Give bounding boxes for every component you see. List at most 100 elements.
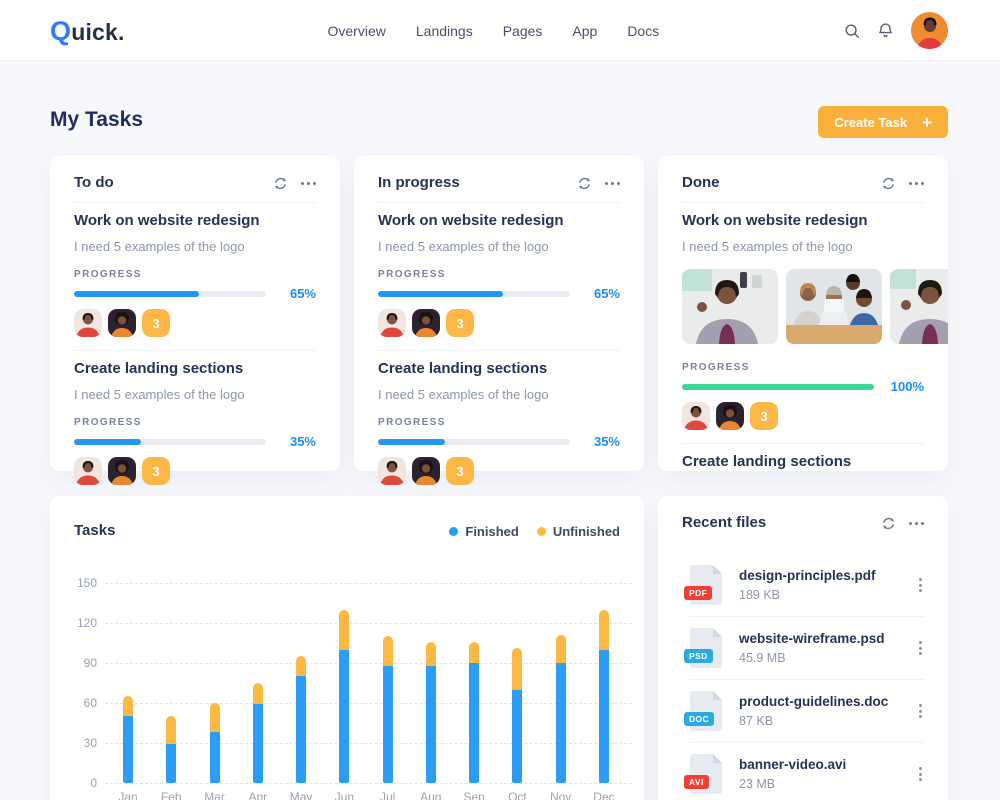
x-axis-label: Nov: [550, 790, 572, 800]
nav-item-pages[interactable]: Pages: [503, 23, 543, 39]
x-axis-label: May: [289, 790, 313, 800]
create-task-button[interactable]: Create Task +: [818, 106, 948, 138]
column-header: In progress: [354, 156, 644, 202]
nav-item-overview[interactable]: Overview: [328, 23, 386, 39]
progress-fill: [74, 290, 199, 297]
kebab-menu-icon[interactable]: [915, 637, 926, 659]
bar-finished-aug: [425, 665, 436, 783]
progress-row: 65%: [378, 287, 620, 300]
file-meta: design-principles.pdf 189 KB: [739, 568, 915, 602]
progress-track: [682, 383, 874, 390]
file-meta: website-wireframe.psd 45.9 MB: [739, 631, 915, 665]
avatar: [412, 309, 440, 337]
bar-unfinished-nov: [555, 635, 566, 663]
bar-chart-plot: 0 30 60 90 120 150 Jan Feb Mar Apr May Jun Jul Aug Sep…: [50, 496, 644, 800]
progress-row: 35%: [378, 435, 620, 448]
y-axis-tick: 90: [83, 656, 97, 670]
bar-finished-nov: [555, 663, 566, 783]
search-icon[interactable]: [844, 23, 860, 39]
bar-unfinished-mar: [209, 703, 220, 733]
bar-unfinished-sep: [469, 641, 480, 663]
progress-track: [378, 438, 570, 445]
task-card[interactable]: Create landing sections: [658, 444, 948, 471]
sync-icon[interactable]: [881, 176, 896, 191]
file-type-badge: PDF: [684, 585, 713, 600]
x-axis-label: Dec: [593, 790, 615, 800]
assignee-avatars: 3: [74, 457, 316, 485]
extra-assignees-badge[interactable]: 3: [142, 457, 170, 485]
bar-finished-oct: [512, 689, 523, 783]
progress-percent: 65%: [593, 286, 620, 301]
sync-icon[interactable]: [577, 176, 592, 191]
task-card[interactable]: Work on website redesign I need 5 exampl…: [50, 203, 340, 337]
gridline: [105, 783, 632, 784]
extra-assignees-badge[interactable]: 3: [446, 457, 474, 485]
extra-assignees-badge[interactable]: 3: [446, 309, 474, 337]
sync-icon[interactable]: [881, 516, 896, 531]
file-row-pdf[interactable]: PDF design-principles.pdf 189 KB: [658, 554, 948, 616]
avatar: [74, 457, 102, 485]
more-menu-icon[interactable]: [909, 518, 924, 529]
bar-finished-may: [296, 676, 307, 783]
brand-logo-rest: uick.: [71, 19, 125, 45]
user-avatar[interactable]: [911, 12, 948, 49]
avatar: [108, 309, 136, 337]
kebab-menu-icon[interactable]: [915, 574, 926, 596]
more-menu-icon[interactable]: [909, 178, 924, 189]
bar-finished-jul: [382, 665, 393, 783]
file-size: 45.9 MB: [739, 651, 786, 665]
extra-assignees-badge[interactable]: 3: [750, 402, 778, 430]
extra-assignees-badge[interactable]: 3: [142, 309, 170, 337]
main-nav: Overview Landings Pages App Docs: [328, 0, 660, 61]
bar-finished-mar: [209, 732, 220, 783]
avatar: [378, 457, 406, 485]
assignee-avatars: 3: [682, 402, 924, 430]
bar-finished-dec: [598, 649, 609, 783]
nav-item-landings[interactable]: Landings: [416, 23, 473, 39]
file-row-avi[interactable]: AVI banner-video.avi 23 MB: [658, 743, 948, 800]
task-card[interactable]: Work on website redesign I need 5 exampl…: [354, 203, 644, 337]
bar-finished-jun: [339, 649, 350, 783]
file-row-psd[interactable]: PSD website-wireframe.psd 45.9 MB: [658, 617, 948, 679]
more-menu-icon[interactable]: [605, 178, 620, 189]
progress-percent: 100%: [890, 379, 924, 394]
kebab-menu-icon[interactable]: [915, 700, 926, 722]
file-name: design-principles.pdf: [739, 568, 876, 583]
file-icon-doc: DOC: [684, 691, 722, 731]
file-row-doc[interactable]: DOC product-guidelines.doc 87 KB: [658, 680, 948, 742]
tasks-chart-card: Tasks Finished Unfinished 0 30 60 90 120 150 J…: [50, 496, 644, 800]
task-card[interactable]: Create landing sections I need 5 example…: [354, 351, 644, 485]
bar-unfinished-may: [296, 656, 307, 677]
file-size: 87 KB: [739, 714, 774, 728]
file-icon-avi: AVI: [684, 754, 722, 794]
assignee-avatars: 3: [74, 309, 316, 337]
task-card[interactable]: Work on website redesign I need 5 exampl…: [658, 203, 948, 430]
task-description: I need 5 examples of the logo: [378, 387, 549, 402]
bar-unfinished-jul: [382, 636, 393, 666]
progress-percent: 35%: [593, 434, 620, 449]
progress-track: [378, 290, 570, 297]
task-title: Work on website redesign: [378, 212, 564, 229]
nav-item-docs[interactable]: Docs: [627, 23, 659, 39]
more-menu-icon[interactable]: [301, 178, 316, 189]
kanban-column-todo: To do Work on website redesign I need 5 …: [50, 156, 340, 485]
x-axis-label: Feb: [160, 790, 182, 800]
gridline: [105, 583, 632, 584]
task-title: Create landing sections: [378, 360, 548, 377]
file-meta: product-guidelines.doc 87 KB: [739, 694, 915, 728]
app-screen: Quick. Overview Landings Pages App Docs …: [0, 0, 1000, 800]
bell-icon[interactable]: [877, 22, 894, 39]
task-title: Work on website redesign: [682, 212, 868, 229]
task-card[interactable]: Create landing sections I need 5 example…: [50, 351, 340, 485]
assignee-avatars: 3: [378, 309, 620, 337]
file-icon-pdf: PDF: [684, 565, 722, 605]
progress-track: [74, 438, 266, 445]
nav-item-app[interactable]: App: [572, 23, 597, 39]
kebab-menu-icon[interactable]: [915, 763, 926, 785]
sync-icon[interactable]: [273, 176, 288, 191]
kanban-column-done: Done Work on website redesign I need 5 e…: [658, 156, 948, 471]
progress-fill: [378, 290, 503, 297]
page-title: My Tasks: [50, 108, 143, 131]
brand-logo[interactable]: Quick.: [50, 16, 125, 47]
file-size: 189 KB: [739, 588, 781, 602]
